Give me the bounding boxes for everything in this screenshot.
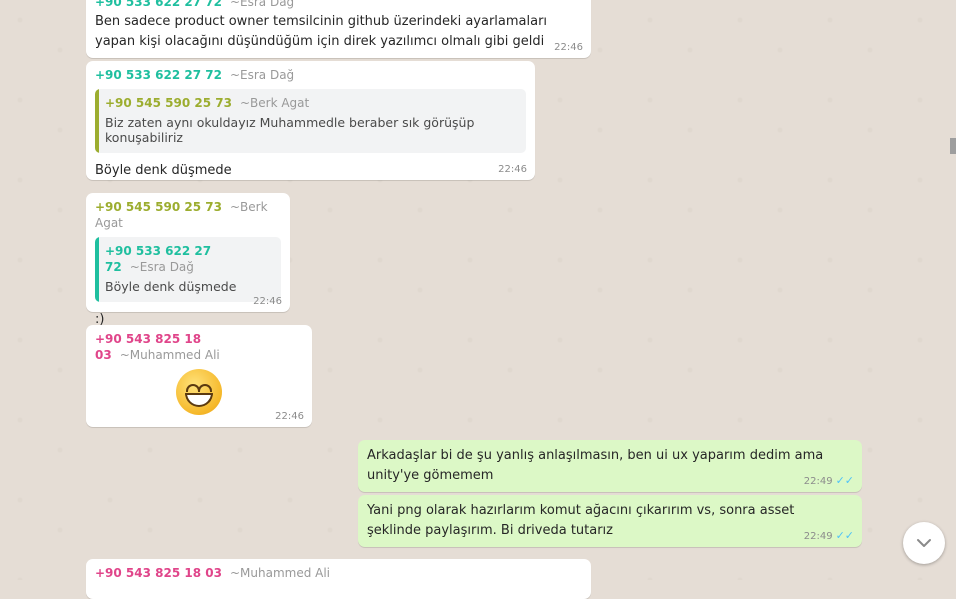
sender-push-name: ~Muhammed Ali	[229, 566, 331, 580]
incoming-message[interactable]: +90 545 590 25 73 ~Berk Agat +90 533 622 …	[86, 193, 290, 327]
double-check-read-icon: ✓✓	[835, 474, 854, 487]
message-time-text: 22:49	[803, 476, 833, 487]
quoted-push-name: ~Esra Dağ	[129, 260, 194, 274]
message-text: Arkadaşlar bi de şu yanlış anlaşılmasın,…	[367, 448, 824, 483]
scroll-to-bottom-button[interactable]	[903, 522, 945, 564]
sender-push-name: ~Esra Dağ	[229, 68, 295, 82]
outgoing-message[interactable]: Yani png olarak hazırlarım komut ağacını…	[358, 495, 862, 547]
message-time: 22:46	[253, 296, 282, 307]
quoted-sender: +90 545 590 25 73 ~Berk Agat	[105, 95, 516, 111]
sender-number[interactable]: +90 543 825 18 03	[95, 566, 222, 580]
message-time-text: 22:49	[803, 531, 833, 542]
quoted-message[interactable]: +90 533 622 27 72 ~Esra Dağ Böyle denk dü…	[95, 237, 281, 302]
message-time: 22:46	[554, 42, 583, 53]
message-sender: +90 543 825 18 03 ~Muhammed Ali	[95, 331, 303, 363]
incoming-message[interactable]: +90 543 825 18 03 ~Muhammed Ali 22:46	[86, 325, 312, 427]
message-time: 22:46	[498, 164, 527, 175]
incoming-message[interactable]: +90 543 825 18 03 ~Muhammed Ali	[86, 559, 591, 599]
sender-push-name: ~Esra Dağ	[229, 0, 295, 9]
message-text: Ben sadece product owner temsilcinin git…	[95, 14, 548, 49]
outgoing-message[interactable]: Arkadaşlar bi de şu yanlış anlaşılmasın,…	[358, 440, 862, 492]
quoted-push-name: ~Berk Agat	[239, 96, 310, 110]
incoming-message[interactable]: +90 533 622 27 72 ~Esra Dağ Ben sadece pr…	[86, 0, 591, 58]
message-text: Böyle denk düşmede	[95, 163, 232, 178]
quoted-message[interactable]: +90 545 590 25 73 ~Berk Agat Biz zaten ay…	[95, 89, 526, 153]
double-check-read-icon: ✓✓	[835, 529, 854, 542]
quoted-sender: +90 533 622 27 72 ~Esra Dağ	[105, 243, 271, 275]
message-text: Yani png olarak hazırlarım komut ağacını…	[367, 503, 795, 538]
sender-number[interactable]: +90 545 590 25 73	[95, 200, 222, 214]
message-sender: +90 545 590 25 73 ~Berk Agat	[95, 199, 281, 231]
quoted-text: Böyle denk düşmede	[105, 279, 237, 294]
sender-number[interactable]: +90 533 622 27 72	[95, 68, 222, 82]
scrollbar-thumb[interactable]	[950, 138, 956, 154]
quoted-sender-number: +90 545 590 25 73	[105, 96, 232, 110]
sender-number[interactable]: +90 533 622 27 72	[95, 0, 222, 9]
grinning-face-emoji-icon	[176, 369, 222, 415]
quoted-text: Biz zaten aynı okuldayız Muhammedle bera…	[105, 115, 475, 145]
message-sender: +90 543 825 18 03 ~Muhammed Ali	[95, 565, 582, 581]
message-time: 22:49 ✓✓	[804, 529, 854, 542]
message-time: 22:46	[275, 411, 304, 422]
message-time: 22:49 ✓✓	[804, 474, 854, 487]
sender-push-name: ~Muhammed Ali	[119, 348, 220, 362]
message-sender: +90 533 622 27 72 ~Esra Dağ	[95, 0, 582, 10]
message-sender: +90 533 622 27 72 ~Esra Dağ	[95, 67, 526, 83]
chevron-down-icon	[917, 539, 931, 547]
incoming-message[interactable]: +90 533 622 27 72 ~Esra Dağ +90 545 590 2…	[86, 61, 535, 180]
